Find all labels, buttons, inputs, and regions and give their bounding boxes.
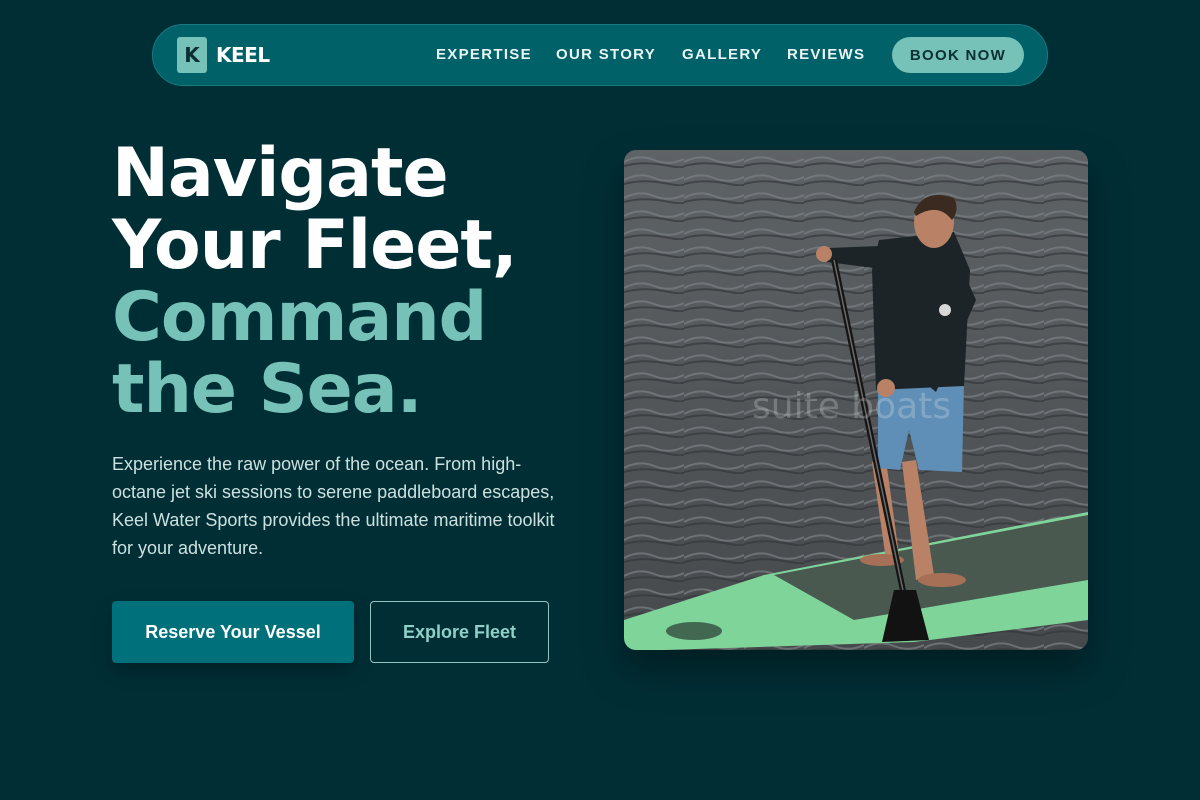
nav-link-our-story[interactable]: OUR STORY (556, 46, 656, 63)
book-now-button[interactable]: BOOK NOW (892, 37, 1024, 73)
nav-link-gallery[interactable]: GALLERY (682, 46, 762, 63)
nav-link-reviews[interactable]: REVIEWS (787, 46, 865, 63)
keel-logo-mark-icon: K (177, 37, 207, 73)
image-watermark: suite boats (752, 386, 952, 427)
nav-link-expertise[interactable]: EXPERTISE (436, 46, 532, 63)
headline-line-4: the Sea. (112, 350, 423, 429)
explore-fleet-button[interactable]: Explore Fleet (370, 601, 549, 663)
headline-line-2: Your Fleet, (112, 206, 518, 285)
hero-description: Experience the raw power of the ocean. F… (112, 454, 555, 558)
headline-line-1: Navigate (112, 134, 449, 213)
top-navbar: K KEEL EXPERTISE OUR STORY GALLERY REVIE… (152, 24, 1048, 86)
page: K KEEL EXPERTISE OUR STORY GALLERY REVIE… (0, 0, 1200, 800)
headline-line-3: Command (112, 278, 487, 357)
hero-image-paddleboarder: suite boats (624, 150, 1088, 650)
reserve-vessel-button[interactable]: Reserve Your Vessel (112, 601, 354, 663)
brand-logo[interactable]: K KEEL (177, 37, 270, 73)
brand-name: KEEL (216, 43, 270, 67)
hero-headline: Navigate Your Fleet, Command the Sea. (112, 138, 592, 426)
